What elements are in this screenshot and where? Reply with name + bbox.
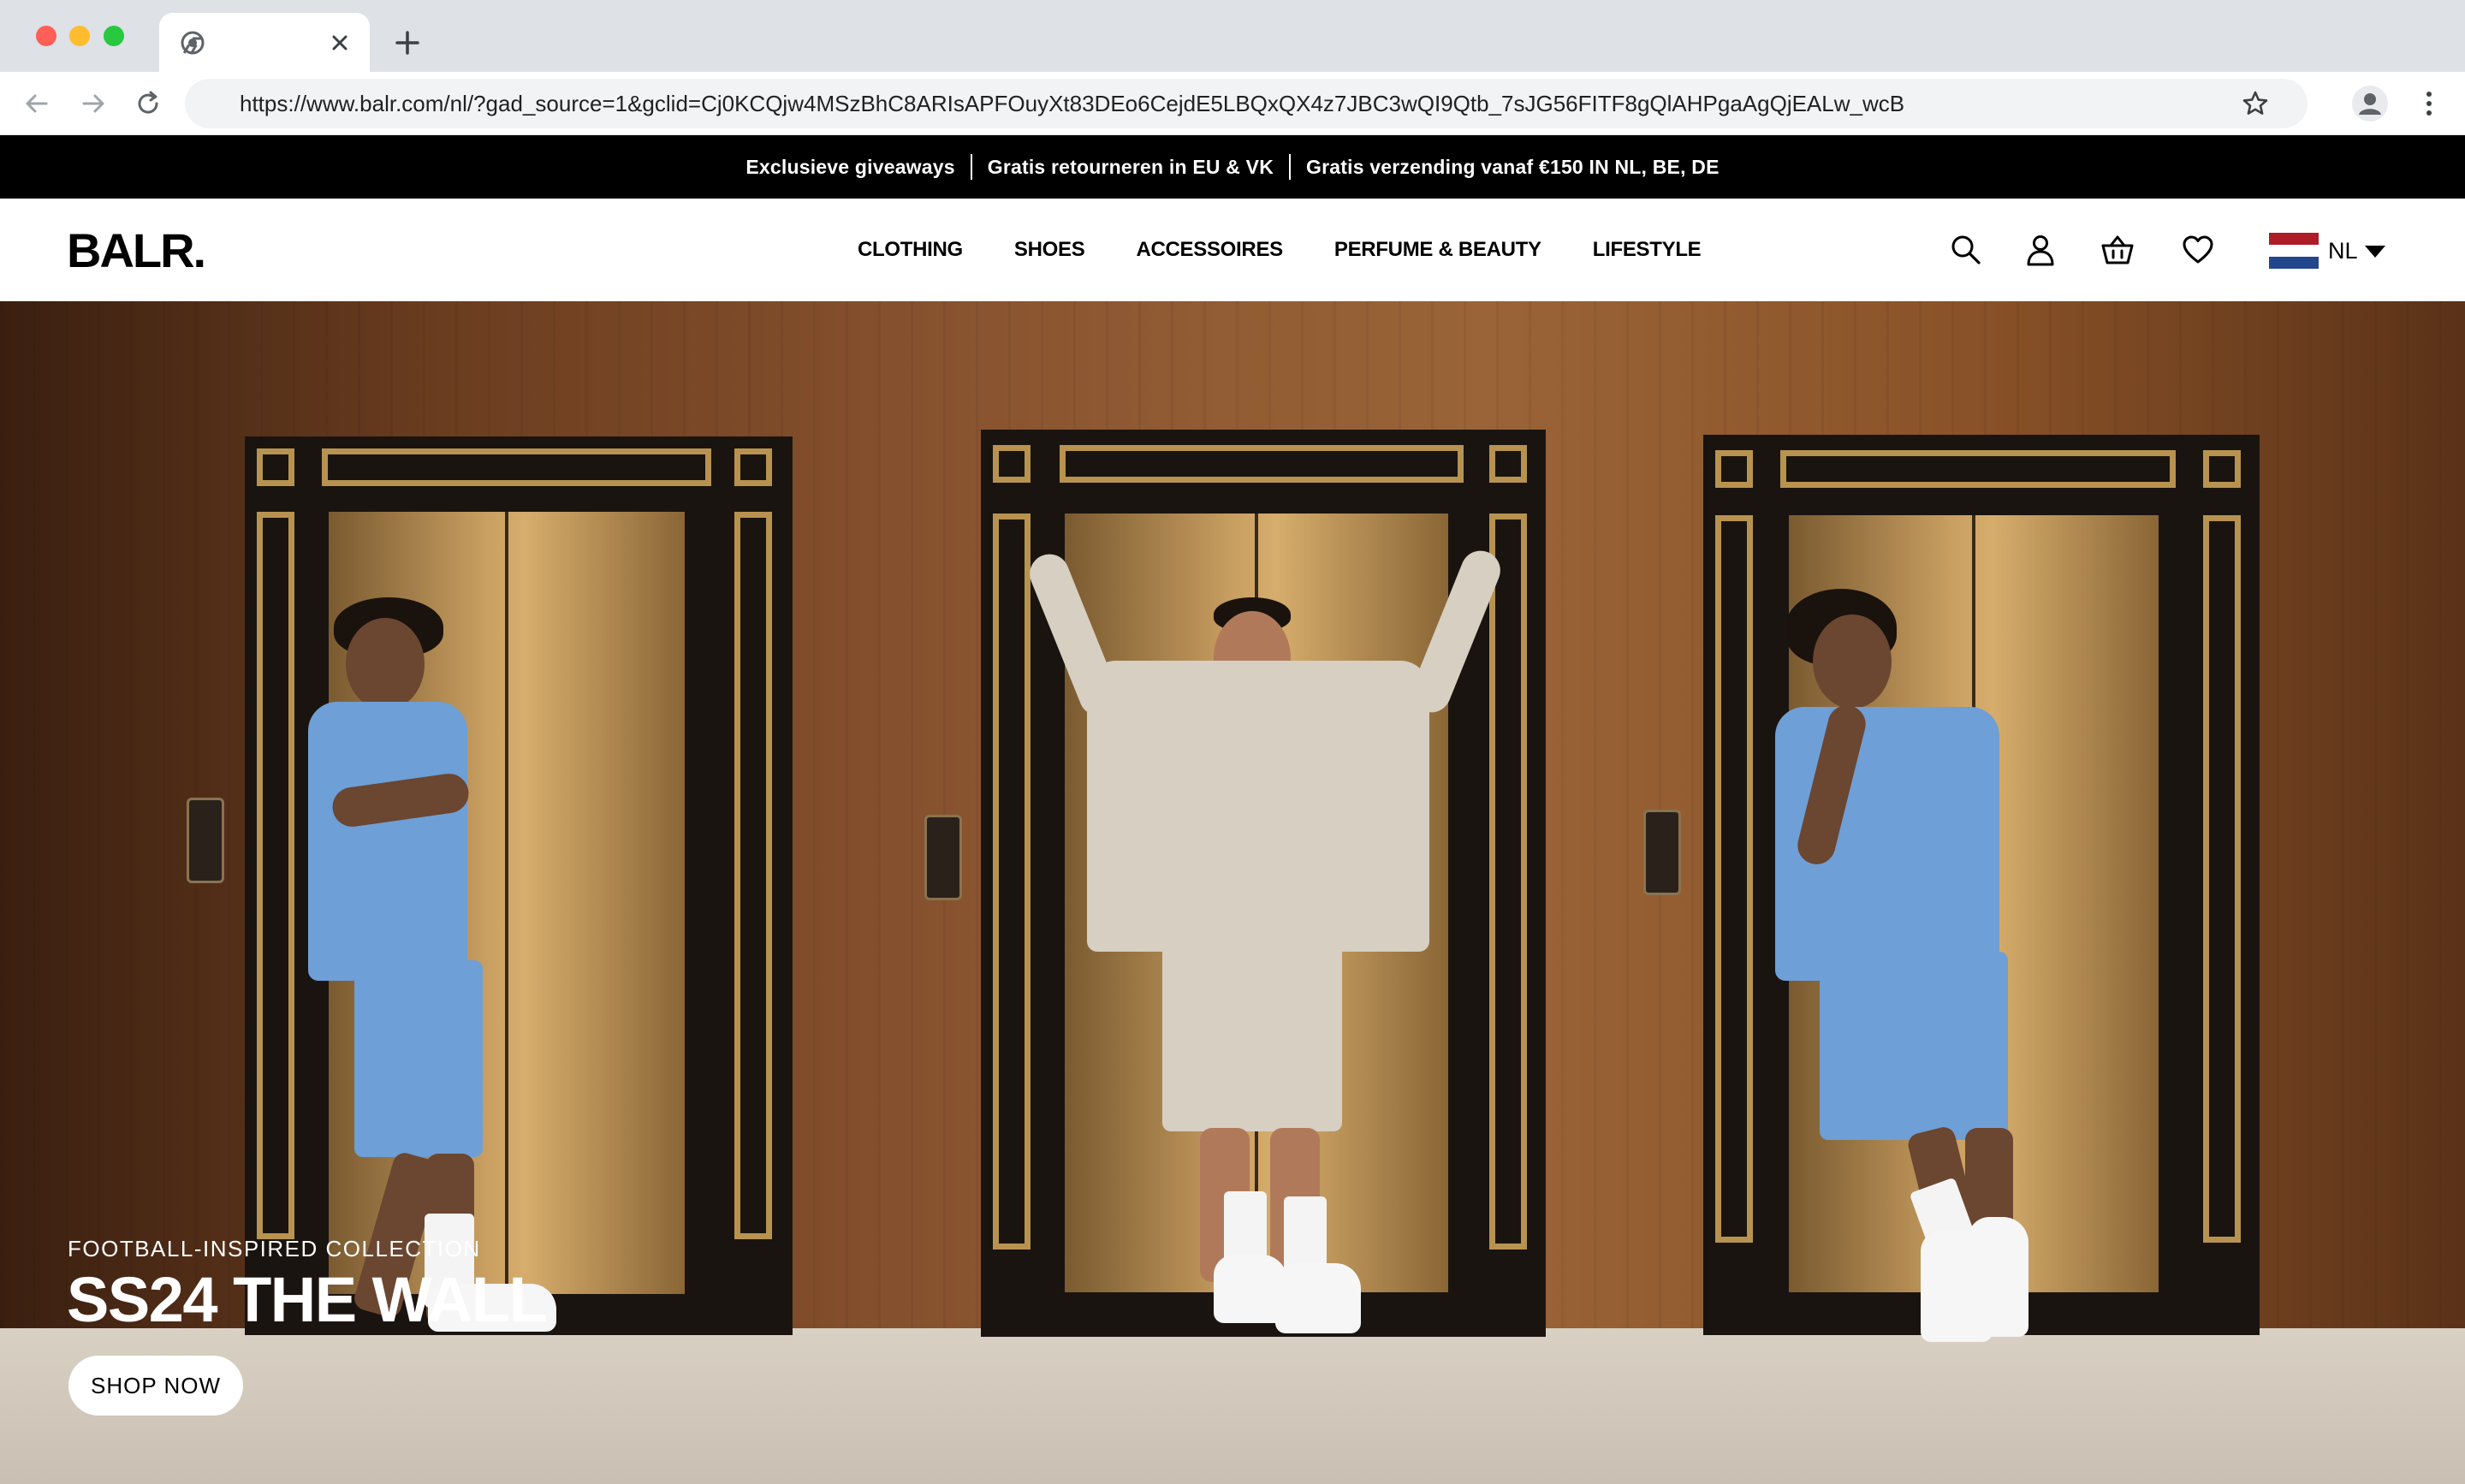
elevator-side-trim — [257, 512, 294, 1239]
elevator-corner-trim — [2203, 450, 2241, 488]
site-header: BALR. CLOTHING SHOES ACCESSOIRES PERFUME… — [0, 199, 2465, 301]
elevator-top-trim — [1060, 445, 1464, 483]
hero-title[interactable]: SS24 THE WALL — [67, 1263, 548, 1336]
blue-tshirt — [308, 702, 467, 981]
elevator-corner-trim — [1489, 445, 1527, 483]
elevator-side-trim — [993, 513, 1031, 1250]
head — [346, 618, 425, 710]
language-selector-label[interactable]: NL — [2328, 238, 2358, 264]
bookmark-star-icon[interactable] — [2241, 89, 2270, 118]
balr-logo[interactable]: BALR. — [67, 223, 206, 278]
sneaker — [1969, 1217, 2028, 1337]
browser-toolbar: https://www.balr.com/nl/?gad_source=1&gc… — [0, 72, 2465, 135]
nav-item-clothing[interactable]: CLOTHING — [858, 238, 963, 262]
window-maximize-button[interactable] — [104, 26, 124, 46]
window-minimize-button[interactable] — [69, 26, 90, 46]
elevator-call-button-panel — [187, 798, 224, 883]
flag-stripe-blue — [2269, 257, 2319, 269]
browser-menu-kebab-icon[interactable] — [2414, 87, 2444, 120]
shop-now-button[interactable]: SHOP NOW — [68, 1356, 243, 1416]
search-icon[interactable] — [1949, 233, 1983, 267]
hero-banner[interactable]: FOOTBALL-INSPIRED COLLECTION SS24 THE WA… — [0, 301, 2465, 1484]
caret-down-icon[interactable] — [2364, 245, 2386, 258]
beige-shorts — [1162, 926, 1342, 1131]
beige-hoodie — [1087, 661, 1429, 952]
window-close-button[interactable] — [36, 26, 56, 46]
reload-icon[interactable] — [132, 87, 164, 120]
elevator-side-trim — [734, 512, 772, 1239]
elevator-side-trim — [1489, 513, 1527, 1250]
divider — [1289, 154, 1292, 180]
announcement-item[interactable]: Exclusieve giveaways — [745, 156, 954, 179]
new-tab-plus-icon[interactable] — [392, 27, 423, 58]
profile-avatar-icon[interactable] — [2352, 86, 2388, 122]
elevator-call-button-panel — [1643, 810, 1681, 895]
person-silhouette-icon — [2359, 93, 2381, 115]
elevator-corner-trim — [1715, 450, 1753, 488]
tab-close-icon[interactable] — [327, 30, 353, 56]
elevator-corner-trim — [993, 445, 1031, 483]
announcement-item[interactable]: Gratis verzending vanaf €150 IN NL, BE, … — [1306, 156, 1720, 179]
browser-tab-active[interactable] — [159, 13, 370, 72]
nav-item-perfume-beauty[interactable]: PERFUME & BEAUTY — [1334, 238, 1541, 262]
head — [1813, 614, 1892, 709]
marble-floor — [0, 1328, 2465, 1484]
address-bar[interactable]: https://www.balr.com/nl/?gad_source=1&gc… — [185, 79, 2308, 128]
elevator-corner-trim — [257, 448, 294, 486]
chrome-favicon-icon — [181, 31, 205, 55]
door-seam — [505, 512, 508, 1294]
flag-stripe-red — [2269, 233, 2319, 245]
hero-subtitle: FOOTBALL-INSPIRED COLLECTION — [68, 1236, 481, 1261]
netherlands-flag-icon[interactable] — [2269, 233, 2319, 269]
elevator-call-button-panel — [924, 815, 962, 900]
flag-stripe-white — [2269, 245, 2319, 257]
elevator-top-trim — [322, 448, 711, 486]
sneaker — [1275, 1263, 1361, 1333]
wishlist-heart-icon[interactable] — [2181, 233, 2215, 267]
browser-tab-bar — [0, 0, 2465, 72]
elevator-corner-trim — [734, 448, 772, 486]
main-navigation: CLOTHING SHOES ACCESSOIRES PERFUME & BEA… — [858, 199, 1702, 301]
divider — [970, 154, 972, 180]
elevator-side-trim — [2203, 515, 2241, 1243]
back-arrow-icon[interactable] — [21, 87, 53, 120]
elevator-top-trim — [1780, 450, 2176, 488]
basket-icon[interactable] — [2100, 233, 2135, 267]
url-text[interactable]: https://www.balr.com/nl/?gad_source=1&gc… — [240, 79, 2208, 128]
announcement-bar: Exclusieve giveaways Gratis retourneren … — [0, 135, 2465, 199]
nav-item-lifestyle[interactable]: LIFESTYLE — [1593, 238, 1702, 262]
elevator-side-trim — [1715, 515, 1753, 1243]
account-icon[interactable] — [2023, 233, 2058, 267]
blue-shorts — [354, 960, 483, 1157]
nav-item-accessoires[interactable]: ACCESSOIRES — [1136, 238, 1283, 262]
nav-item-shoes[interactable]: SHOES — [1014, 238, 1085, 262]
blue-shorts — [1820, 952, 2008, 1140]
forward-arrow-icon[interactable] — [77, 87, 110, 120]
announcement-item[interactable]: Gratis retourneren in EU & VK — [988, 156, 1274, 179]
